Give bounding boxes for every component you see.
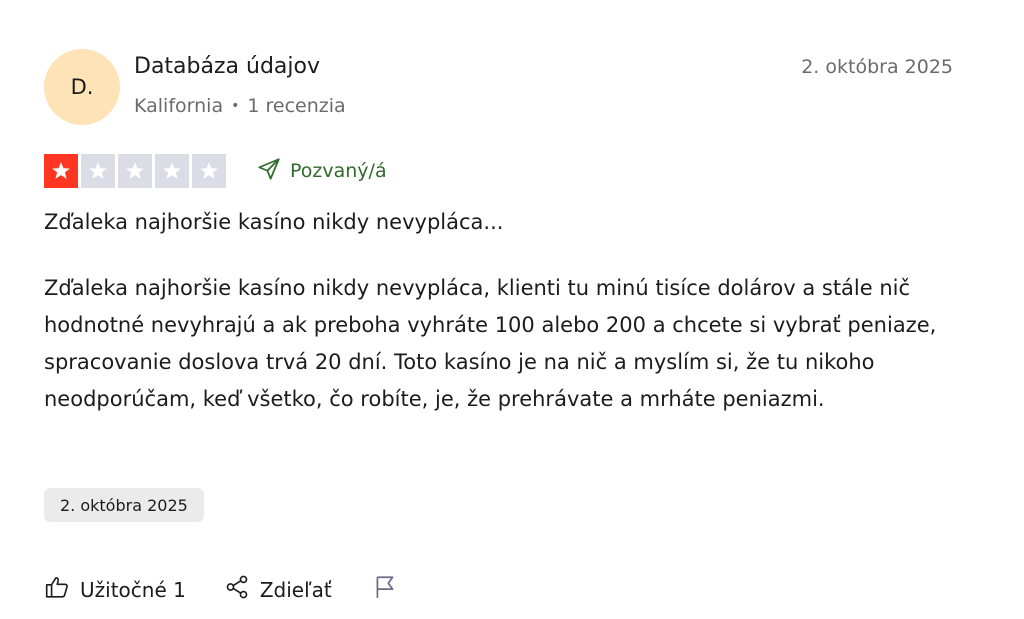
review-title[interactable]: Zďaleka najhoršie kasíno nikdy nevypláca… bbox=[44, 210, 503, 234]
experience-date-badge: 2. októbra 2025 bbox=[44, 488, 204, 522]
share-button[interactable]: Zdieľať bbox=[224, 574, 332, 605]
review-body: Zďaleka najhoršie kasíno nikdy nevypláca… bbox=[44, 276, 937, 411]
reviewer-meta: Kalifornia • 1 recenzia bbox=[134, 95, 346, 117]
thumbs-up-icon bbox=[44, 574, 70, 605]
star-rating bbox=[44, 154, 226, 188]
meta-separator: • bbox=[231, 98, 240, 114]
share-icon bbox=[224, 574, 250, 605]
avatar-initials: D. bbox=[70, 75, 94, 99]
reviewer-name[interactable]: Databáza údajov bbox=[134, 54, 320, 79]
paper-plane-icon bbox=[256, 156, 282, 187]
reviewer-location: Kalifornia bbox=[134, 95, 224, 117]
useful-label: Užitočné 1 bbox=[80, 577, 186, 602]
useful-button[interactable]: Užitočné 1 bbox=[44, 574, 186, 605]
report-button[interactable] bbox=[372, 574, 398, 605]
star-empty bbox=[155, 154, 189, 188]
rating-row: Pozvaný/á bbox=[44, 154, 387, 188]
review-card: D. Databáza údajov Kalifornia • 1 recenz… bbox=[0, 0, 1024, 619]
review-date: 2. októbra 2025 bbox=[801, 56, 953, 78]
flag-icon bbox=[372, 574, 398, 605]
star-empty bbox=[118, 154, 152, 188]
share-label: Zdieľať bbox=[259, 577, 332, 602]
reviewer-review-count: 1 recenzia bbox=[247, 95, 346, 117]
review-actions: Užitočné 1 Zdieľať bbox=[44, 574, 398, 605]
avatar[interactable]: D. bbox=[44, 49, 120, 125]
star-empty bbox=[81, 154, 115, 188]
star-filled bbox=[44, 154, 78, 188]
invited-label: Pozvaný/á bbox=[290, 160, 387, 182]
star-empty bbox=[192, 154, 226, 188]
invited-badge[interactable]: Pozvaný/á bbox=[256, 156, 387, 187]
